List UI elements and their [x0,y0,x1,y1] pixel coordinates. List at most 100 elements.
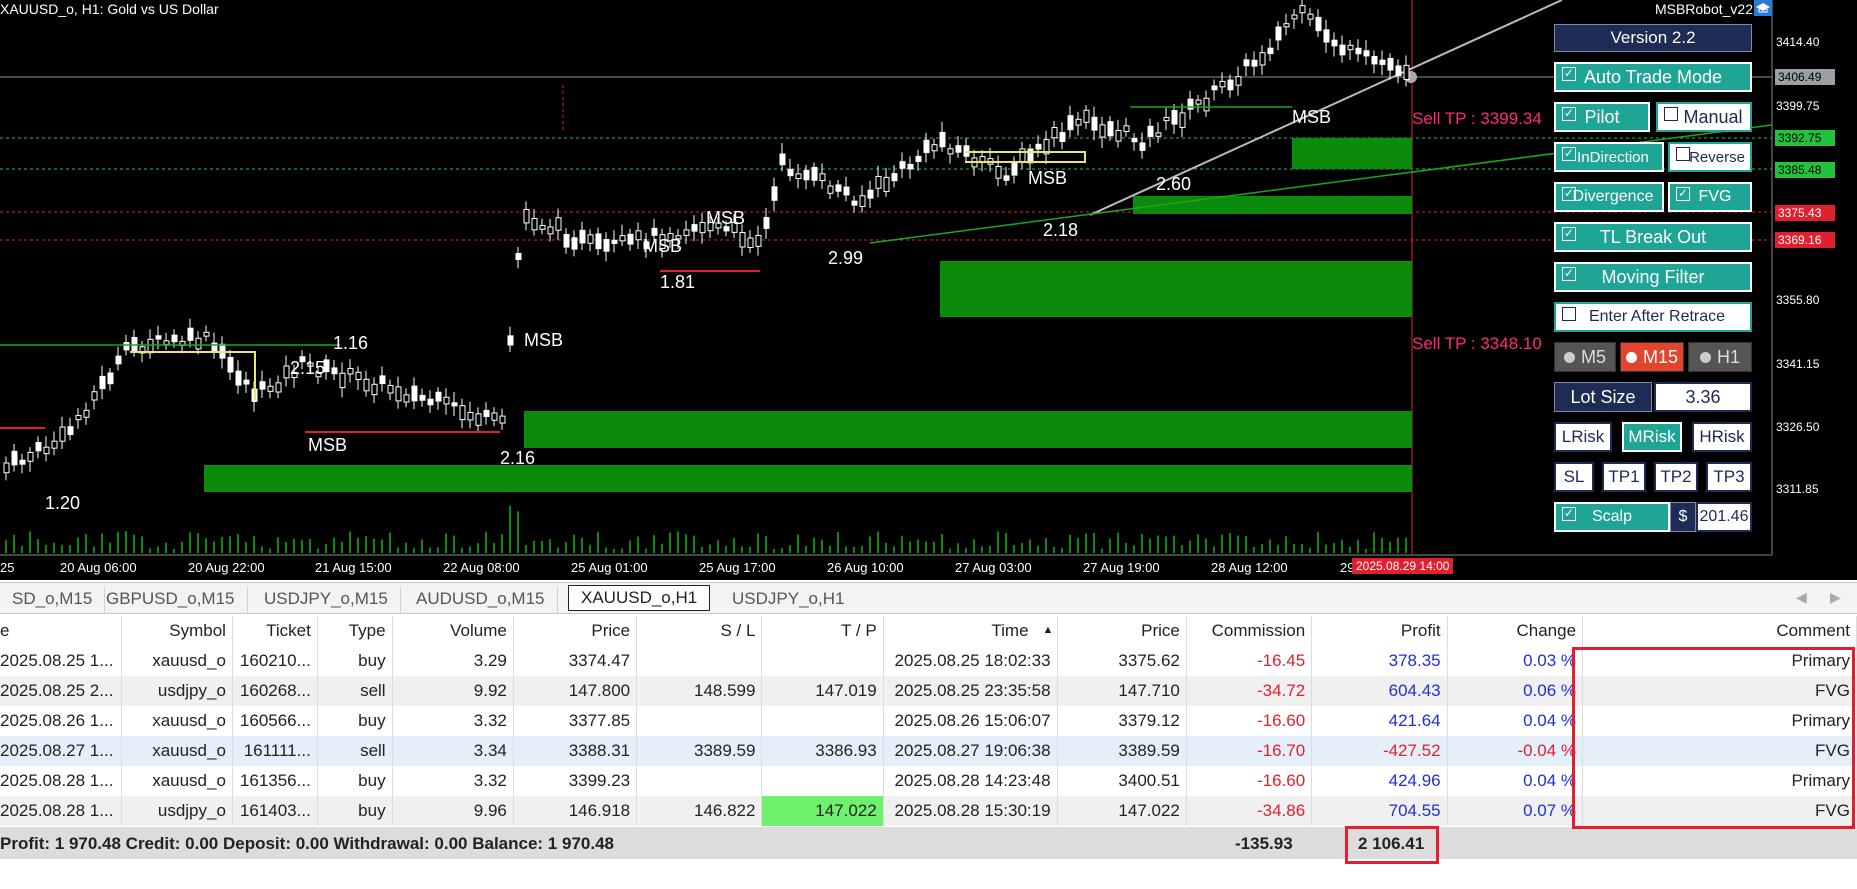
candle-body [891,173,898,182]
medium-risk-button[interactable]: MRisk [1622,422,1682,452]
table-cell: 160210... [232,646,318,676]
candle-body [827,185,834,194]
column-header[interactable]: Change [1447,616,1584,646]
price-level-marker: 3375.43 [1775,205,1835,221]
candle-body [587,234,594,244]
high-risk-button[interactable]: HRisk [1692,422,1752,452]
fvg-button[interactable]: ✓ FVG [1668,182,1752,212]
candle-body [795,173,802,180]
candle-body [1067,115,1074,131]
table-cell [636,766,763,796]
time-axis-label: 27 Aug 19:00 [1083,560,1160,575]
column-header[interactable]: T / P [761,616,884,646]
table-cell: 2025.08.26 1... [0,706,122,736]
timeframe-m15-button[interactable]: M15 [1620,342,1684,372]
column-header[interactable]: Price [1057,616,1187,646]
candle-body [419,394,426,401]
tl-break-out-button[interactable]: ✓ TL Break Out [1554,222,1752,252]
table-cell: 3377.85 [513,706,638,736]
column-header[interactable]: Symbol [121,616,233,646]
column-header[interactable]: Price [513,616,638,646]
current-time-marker: 2025.08.29 14:00 [1352,558,1454,574]
moving-filter-button[interactable]: ✓ Moving Filter [1554,262,1752,292]
table-cell: 421.64 [1311,706,1448,736]
low-risk-button[interactable]: LRisk [1554,422,1612,452]
tp2-button[interactable]: TP2 [1654,462,1698,492]
pilot-button[interactable]: ✓ Pilot [1554,102,1650,132]
column-header[interactable]: Ticket [232,616,318,646]
table-cell: 146.918 [513,796,638,826]
chart-annotation: 2.99 [828,248,864,268]
table-cell: 161111... [232,736,318,766]
comment-highlight-box [1572,647,1855,829]
column-header-sorted[interactable]: Time ▲ [883,616,1058,646]
chart-tab[interactable]: USDJPY_o,H1 [720,587,856,613]
chart-tab[interactable]: AUDUSD_o,M15 [404,587,558,613]
chart-annotation: 2.15 [290,358,326,378]
chart-tab[interactable]: GBPUSD_o,M15 [94,587,248,613]
sort-up-icon: ▲ [1042,624,1054,636]
timeframe-m5-button[interactable]: M5 [1554,342,1616,372]
price-level-marker: 3385.48 [1775,162,1835,178]
scalp-amount-input[interactable]: 201.46 [1696,502,1752,532]
table-cell: xauusd_o [121,736,233,766]
enter-after-retrace-button[interactable]: Enter After Retrace [1554,302,1752,332]
candle-body [811,166,818,181]
indirection-button[interactable]: ✓ InDirection [1554,142,1664,172]
chart-tab[interactable]: SD_o,M15 [0,587,106,613]
tp1-button[interactable]: TP1 [1602,462,1646,492]
table-cell: 3.32 [392,766,514,796]
auto-trade-mode-button[interactable]: ✓ Auto Trade Mode [1554,62,1752,92]
table-cell: 424.96 [1311,766,1448,796]
column-header[interactable]: e [0,616,122,646]
candle-body [1051,126,1058,139]
candle-body [459,405,466,421]
candle-body [1059,132,1066,143]
scroll-right-icon[interactable]: ▶ [1830,589,1841,606]
table-cell: 0.06 % [1447,676,1584,706]
lot-size-input[interactable]: 3.36 [1654,382,1752,412]
candle-body [203,331,210,337]
column-header[interactable]: Type [317,616,393,646]
column-header[interactable]: S / L [636,616,763,646]
candle-body [27,451,34,462]
table-cell: xauusd_o [121,706,233,736]
scroll-left-icon[interactable]: ◀ [1796,589,1807,606]
candle-body [235,370,242,386]
chart-tab-active[interactable]: XAUUSD_o,H1 [568,585,711,611]
reverse-button[interactable]: Reverse [1668,142,1752,172]
time-axis-label: 27 Aug 03:00 [955,560,1032,575]
candle-body [51,440,58,449]
candle-body [1371,55,1378,65]
column-header[interactable]: Volume [392,616,514,646]
candle-body [171,334,178,343]
manual-button[interactable]: Manual [1656,102,1752,132]
table-cell: xauusd_o [121,766,233,796]
table-cell: usdjpy_o [121,796,233,826]
version-label: Version 2.2 [1554,24,1752,52]
button-label: Auto Trade Mode [1583,66,1723,87]
column-header[interactable]: Comment [1582,616,1857,646]
candle-body [547,226,554,235]
table-cell: buy [317,796,393,826]
table-cell: 2025.08.25 1... [0,646,122,676]
table-cell: sell [317,676,393,706]
candle-body [1251,59,1258,67]
timeframe-h1-button[interactable]: H1 [1688,342,1752,372]
candle-body [1163,116,1170,122]
column-header[interactable]: Commission [1186,616,1313,646]
candle-body [603,239,610,252]
time-axis-label: 20 Aug 22:00 [188,560,265,575]
chart-tab[interactable]: USDJPY_o,M15 [252,587,401,613]
sl-button[interactable]: SL [1554,462,1594,492]
divergence-button[interactable]: ✓ Divergence [1554,182,1664,212]
candle-body [187,327,194,341]
scalp-button[interactable]: ✓ Scalp [1554,502,1670,532]
column-header[interactable]: Profit [1311,616,1448,646]
tp3-button[interactable]: TP3 [1706,462,1752,492]
button-label: InDirection [1577,148,1649,166]
fvg-zone [940,261,1412,317]
candle-body [803,169,810,181]
button-label: Moving Filter [1601,266,1705,287]
price-chart[interactable]: XAUUSD_o, H1: Gold vs US Dollar MSBRobot… [0,0,1857,580]
